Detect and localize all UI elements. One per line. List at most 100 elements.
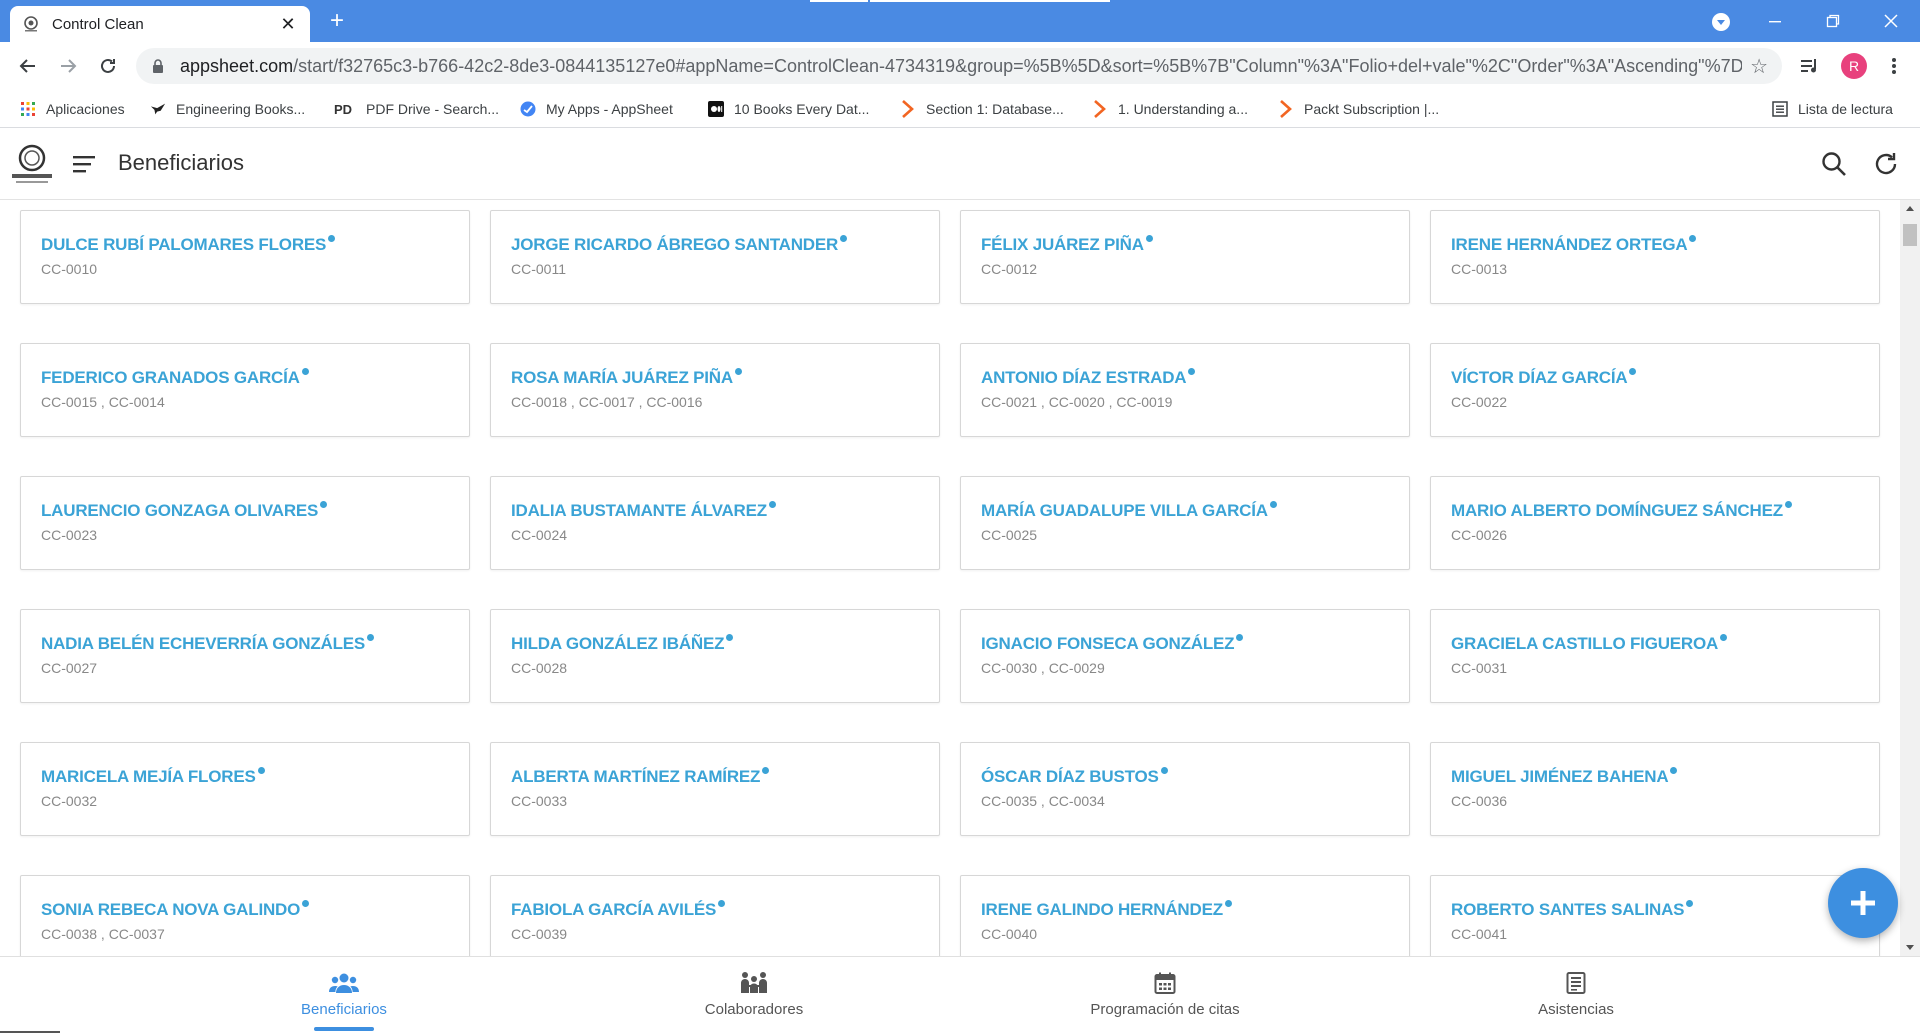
nav-label: Asistencias: [1538, 1001, 1614, 1018]
new-tab-button[interactable]: +: [322, 6, 352, 36]
folio-del-vale: CC-0031: [1451, 660, 1508, 676]
beneficiario-name-text: IGNACIO FONSECA GONZÁLEZ: [981, 634, 1235, 653]
plus-icon: [1851, 891, 1875, 915]
close-tab-icon[interactable]: ✕: [278, 14, 298, 35]
scroll-down-arrow-icon[interactable]: [1906, 945, 1914, 950]
minimize-icon[interactable]: [1752, 0, 1798, 42]
beneficiario-card[interactable]: IDALIA BUSTAMANTE ÁLVAREZ CC-0024: [490, 476, 940, 570]
bookmark-10-books[interactable]: 10 Books Every Dat...: [708, 99, 869, 119]
beneficiario-card[interactable]: FABIOLA GARCÍA AVILÉS CC-0039: [490, 875, 940, 956]
beneficiario-card[interactable]: ROSA MARÍA JUÁREZ PIÑA CC-0018 , CC-0017 …: [490, 343, 940, 437]
status-dot-icon: [718, 900, 726, 907]
bookmark-label: Packt Subscription |...: [1304, 101, 1440, 117]
beneficiario-name: IRENE HERNÁNDEZ ORTEGA: [1451, 235, 1697, 255]
beneficiario-name: SONIA REBECA NOVA GALINDO: [41, 900, 310, 920]
status-dot-icon: [1720, 634, 1728, 641]
team-icon: [739, 971, 769, 995]
status-dot-icon: [1188, 368, 1196, 375]
bottom-navigation: Beneficiarios Colaboradores Programación…: [0, 956, 1920, 1033]
beneficiario-card[interactable]: IRENE HERNÁNDEZ ORTEGA CC-0013: [1430, 210, 1880, 304]
beneficiario-card[interactable]: NADIA BELÉN ECHEVERRÍA GONZÁLES CC-0027: [20, 609, 470, 703]
bookmark-apps[interactable]: Aplicaciones: [20, 99, 125, 119]
restore-icon[interactable]: [1810, 0, 1856, 42]
bookmark-label: Aplicaciones: [46, 101, 125, 117]
beneficiario-name-text: HILDA GONZÁLEZ IBÁÑEZ: [511, 634, 725, 653]
beneficiario-card[interactable]: ÓSCAR DÍAZ BUSTOS CC-0035 , CC-0034: [960, 742, 1410, 836]
hamburger-menu-icon[interactable]: [72, 152, 98, 176]
folio-del-vale: CC-0028: [511, 660, 568, 676]
profile-avatar[interactable]: R: [1840, 50, 1868, 82]
media-control-icon[interactable]: [1796, 50, 1824, 82]
beneficiario-card[interactable]: IGNACIO FONSECA GONZÁLEZ CC-0030 , CC-002…: [960, 609, 1410, 703]
folio-del-vale: CC-0035 , CC-0034: [981, 793, 1105, 809]
status-dot-icon: [367, 634, 375, 641]
beneficiario-card[interactable]: ANTONIO DÍAZ ESTRADA CC-0021 , CC-0020 , …: [960, 343, 1410, 437]
bookmark-section-1[interactable]: Section 1: Database...: [900, 99, 1064, 119]
nav-programacion-de-citas[interactable]: Programación de citas: [925, 957, 1405, 1034]
beneficiario-card[interactable]: ALBERTA MARTÍNEZ RAMÍREZ CC-0033: [490, 742, 940, 836]
status-dot-icon: [762, 767, 770, 774]
tab-strip-highlight: [870, 0, 1110, 2]
beneficiario-card[interactable]: FEDERICO GRANADOS GARCÍA CC-0015 , CC-001…: [20, 343, 470, 437]
beneficiario-name-text: ROBERTO SANTES SALINAS: [1451, 900, 1685, 919]
control-clean-logo[interactable]: [8, 140, 56, 188]
nav-beneficiarios[interactable]: Beneficiarios: [104, 957, 584, 1034]
app-header: Beneficiarios: [0, 128, 1920, 200]
beneficiario-card[interactable]: MARICELA MEJÍA FLORES CC-0032: [20, 742, 470, 836]
beneficiario-card[interactable]: SONIA REBECA NOVA GALINDO CC-0038 , CC-00…: [20, 875, 470, 956]
beneficiario-name: JORGE RICARDO ÁBREGO SANTANDER: [511, 235, 848, 255]
search-icon[interactable]: [1820, 150, 1848, 178]
lock-icon: [150, 58, 166, 74]
beneficiario-name-text: GRACIELA CASTILLO FIGUEROA: [1451, 634, 1719, 653]
nav-asistencias[interactable]: Asistencias: [1336, 957, 1816, 1034]
bookmark-understanding[interactable]: 1. Understanding a...: [1092, 99, 1248, 119]
back-arrow-icon[interactable]: [12, 50, 44, 82]
scroll-up-arrow-icon[interactable]: [1906, 206, 1914, 211]
folio-del-vale: CC-0024: [511, 527, 568, 543]
scrollbar-thumb[interactable]: [1903, 224, 1917, 246]
people-icon: [329, 971, 359, 995]
forward-arrow-icon[interactable]: [52, 50, 84, 82]
bookmark-engineering-books[interactable]: Engineering Books...: [150, 99, 305, 119]
beneficiario-card[interactable]: GRACIELA CASTILLO FIGUEROA CC-0031: [1430, 609, 1880, 703]
beneficiario-name: MARIO ALBERTO DOMÍNGUEZ SÁNCHEZ: [1451, 501, 1792, 521]
beneficiario-name: ANTONIO DÍAZ ESTRADA: [981, 368, 1196, 388]
sync-icon[interactable]: [1872, 150, 1900, 178]
beneficiario-card[interactable]: MARIO ALBERTO DOMÍNGUEZ SÁNCHEZ CC-0026: [1430, 476, 1880, 570]
bookmark-packt-subscription[interactable]: Packt Subscription |...: [1278, 99, 1439, 119]
beneficiario-card[interactable]: JORGE RICARDO ÁBREGO SANTANDER CC-0011: [490, 210, 940, 304]
beneficiario-name: FEDERICO GRANADOS GARCÍA: [41, 368, 309, 388]
beneficiario-card[interactable]: FÉLIX JUÁREZ PIÑA CC-0012: [960, 210, 1410, 304]
beneficiario-card[interactable]: MIGUEL JIMÉNEZ BAHENA CC-0036: [1430, 742, 1880, 836]
add-beneficiario-button[interactable]: [1828, 868, 1898, 938]
folio-del-vale: CC-0011: [511, 261, 566, 277]
address-bar[interactable]: appsheet.com/start/f32765c3-b766-42c2-8d…: [136, 48, 1782, 84]
beneficiario-card[interactable]: MARÍA GUADALUPE VILLA GARCÍA CC-0025: [960, 476, 1410, 570]
beneficiario-card[interactable]: VÍCTOR DÍAZ GARCÍA CC-0022: [1430, 343, 1880, 437]
folio-del-vale: CC-0033: [511, 793, 568, 809]
beneficiario-card[interactable]: LAURENCIO GONZAGA OLIVARES CC-0023: [20, 476, 470, 570]
reading-list-button[interactable]: Lista de lectura: [1772, 99, 1893, 119]
beneficiario-card[interactable]: DULCE RUBÍ PALOMARES FLORES CC-0010: [20, 210, 470, 304]
nav-colaboradores[interactable]: Colaboradores: [514, 957, 994, 1034]
bookmark-pdf-drive[interactable]: PD PDF Drive - Search...: [334, 99, 499, 119]
close-window-icon[interactable]: [1868, 0, 1914, 42]
bookmark-star-icon[interactable]: ☆: [1750, 54, 1768, 79]
vertical-scrollbar[interactable]: [1900, 200, 1920, 956]
reload-icon[interactable]: [92, 50, 124, 82]
browser-menu-icon[interactable]: [1880, 50, 1908, 82]
profile-menu-icon[interactable]: [1712, 13, 1730, 31]
browser-tab[interactable]: Control Clean ✕: [10, 6, 310, 42]
beneficiario-name-text: ROSA MARÍA JUÁREZ PIÑA: [511, 368, 733, 387]
beneficiario-name-text: FÉLIX JUÁREZ PIÑA: [981, 235, 1144, 254]
folio-del-vale: CC-0012: [981, 261, 1038, 277]
bookmark-label: Engineering Books...: [176, 101, 306, 117]
beneficiario-card[interactable]: IRENE GALINDO HERNÁNDEZ CC-0040: [960, 875, 1410, 956]
beneficiario-card[interactable]: HILDA GONZÁLEZ IBÁÑEZ CC-0028: [490, 609, 940, 703]
status-dot-icon: [1629, 368, 1637, 375]
folio-del-vale: CC-0027: [41, 660, 98, 676]
pdf-drive-icon: PD: [334, 101, 356, 117]
beneficiario-card[interactable]: ROBERTO SANTES SALINAS CC-0041: [1430, 875, 1880, 956]
bookmark-appsheet[interactable]: My Apps - AppSheet: [520, 99, 673, 119]
folio-del-vale: CC-0036: [1451, 793, 1508, 809]
